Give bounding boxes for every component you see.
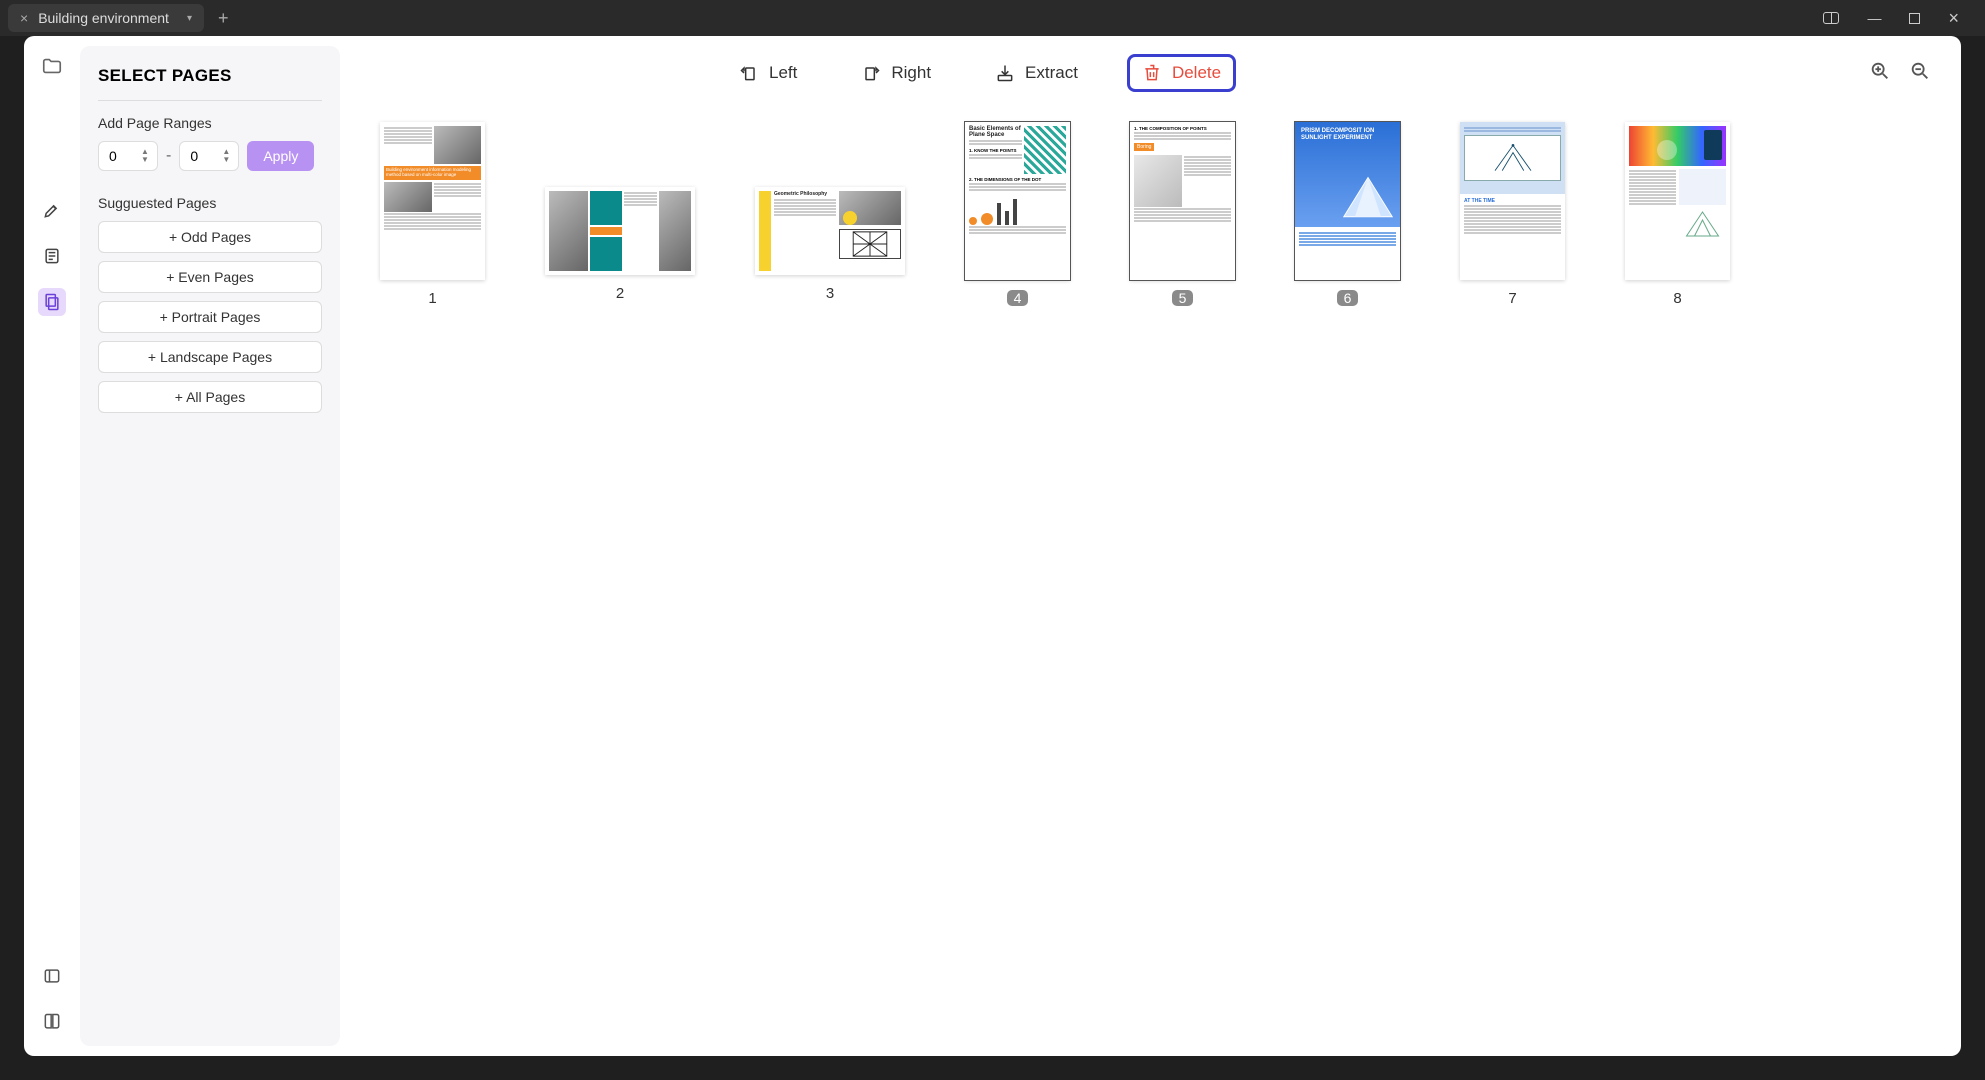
range-dash: - [166,147,171,165]
rotate-right-button[interactable]: Right [846,54,946,92]
select-pages-panel: SELECT PAGES Add Page Ranges 0 ▲▼ - 0 ▲▼… [80,46,340,1046]
page-thumb[interactable]: Basic Elements of Plane Space 1. KNOW TH… [965,122,1070,307]
tab-title: Building environment [38,10,169,26]
page-thumb[interactable]: 1. THE COMPOSITION OF POINTS Boring 5 [1130,122,1235,307]
maximize-icon[interactable] [1909,13,1920,24]
page-thumb[interactable]: Building environment information modelin… [380,122,485,307]
titlebar: × Building environment ▾ + — × [0,0,1985,36]
delete-button[interactable]: Delete [1127,54,1236,92]
page-preview [1625,122,1730,280]
portrait-pages-button[interactable]: + Portrait Pages [98,301,322,333]
notes-icon[interactable] [38,242,66,270]
folder-icon[interactable] [38,52,66,80]
panel-toggle-icon[interactable] [1823,12,1839,24]
page-number: 3 [826,285,834,302]
close-tab-icon[interactable]: × [20,10,28,26]
tool-rail [24,36,80,1056]
panel-title: SELECT PAGES [98,66,322,86]
chevron-down-icon[interactable]: ▾ [187,13,192,24]
pages-tool-icon[interactable] [38,288,66,316]
page-number: 6 [1337,290,1359,306]
book-icon[interactable] [38,1008,66,1036]
thumbnail-grid: Building environment information modelin… [370,98,1931,1056]
range-to-stepper[interactable]: ▲▼ [222,142,236,170]
range-from-input[interactable]: 0 ▲▼ [98,141,158,171]
page-number: 8 [1673,290,1681,307]
new-tab-button[interactable]: + [218,8,229,29]
rotate-left-button[interactable]: Left [724,54,812,92]
page-number: 7 [1508,290,1516,307]
page-preview: 1. THE COMPOSITION OF POINTS Boring [1130,122,1235,280]
all-pages-button[interactable]: + All Pages [98,381,322,413]
document-tab[interactable]: × Building environment ▾ [8,4,204,32]
suggested-label: Sugguested Pages [98,195,322,211]
range-label: Add Page Ranges [98,115,322,131]
page-number: 1 [428,290,436,307]
close-window-icon[interactable]: × [1948,8,1959,29]
odd-pages-button[interactable]: + Odd Pages [98,221,322,253]
page-number: 5 [1172,290,1194,306]
collapse-sidebar-icon[interactable] [38,962,66,990]
page-number: 4 [1007,290,1029,306]
page-preview: Basic Elements of Plane Space 1. KNOW TH… [965,122,1070,280]
page-number: 2 [616,285,624,302]
minimize-icon[interactable]: — [1867,10,1881,26]
window-controls: — × [1823,8,1977,29]
zoom-in-icon[interactable] [1869,60,1891,87]
page-thumb[interactable]: AT THE TIME 7 [1460,122,1565,307]
page-preview: AT THE TIME [1460,122,1565,280]
range-to-input[interactable]: 0 ▲▼ [179,141,239,171]
landscape-pages-button[interactable]: + Landscape Pages [98,341,322,373]
page-preview: Geometric Philosophy [755,187,905,275]
zoom-out-icon[interactable] [1909,60,1931,87]
page-toolbar: Left Right Extract Delete [370,48,1931,98]
main-area: Left Right Extract Delete [340,36,1961,1056]
even-pages-button[interactable]: + Even Pages [98,261,322,293]
page-thumb[interactable]: Geometric Philosophy 3 [755,122,905,302]
page-preview: PRISM DECOMPOSIT ION SUNLIGHT EXPERIMENT [1295,122,1400,280]
extract-button[interactable]: Extract [980,54,1093,92]
page-preview: Building environment information modelin… [380,122,485,280]
page-thumb[interactable]: 8 [1625,122,1730,307]
page-preview [545,187,695,275]
page-thumb[interactable]: 2 [545,122,695,302]
range-from-stepper[interactable]: ▲▼ [141,142,155,170]
apply-button[interactable]: Apply [247,141,314,171]
page-thumb[interactable]: PRISM DECOMPOSIT ION SUNLIGHT EXPERIMENT… [1295,122,1400,307]
highlighter-icon[interactable] [38,196,66,224]
